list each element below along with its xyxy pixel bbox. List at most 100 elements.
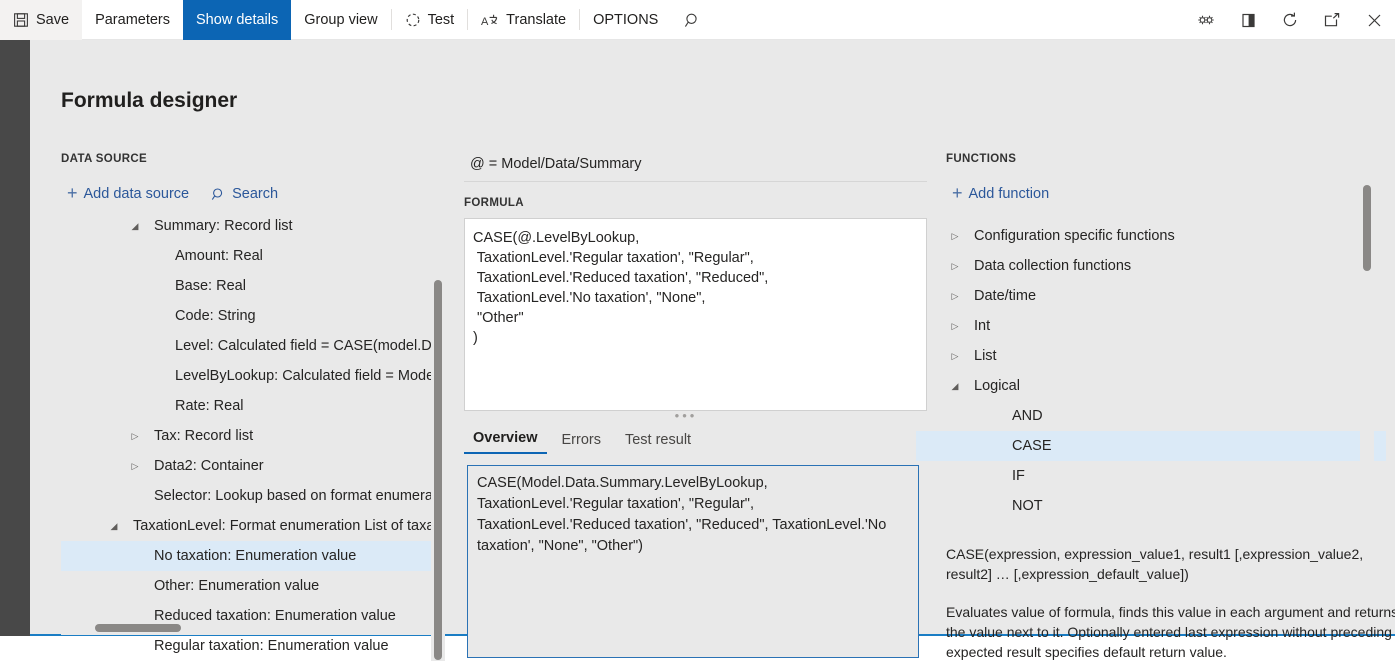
settings-gears-icon[interactable] — [1185, 0, 1227, 40]
tree-item[interactable]: Selector: Lookup based on format enumera… — [61, 481, 433, 511]
tree-item[interactable]: ▷Date/time — [916, 281, 1386, 311]
close-icon-glyph — [1366, 12, 1383, 29]
tree-item[interactable]: ▷ List — [916, 341, 1386, 371]
command-test-button[interactable]: Test — [392, 0, 468, 40]
formula-section-label: FORMULA — [464, 197, 524, 209]
tree-item[interactable]: No taxation: Enumeration value — [61, 541, 433, 571]
scrollbar-thumb[interactable] — [434, 280, 442, 660]
tree-spacer — [149, 401, 163, 411]
tree-item[interactable]: ◢TaxationLevel: Format enumeration List … — [61, 511, 433, 541]
tree-item[interactable]: Rate: Real — [61, 391, 433, 421]
open-new-window-icon-glyph — [1323, 12, 1341, 28]
tree-item[interactable]: LevelByLookup: Calculated field = Model.… — [61, 361, 433, 391]
tree-item[interactable]: Level: Calculated field = CASE(model.Dat… — [61, 331, 433, 361]
tree-item[interactable]: NOT — [916, 491, 1386, 521]
search-icon — [211, 187, 226, 202]
search-icon-glyph — [211, 187, 226, 202]
command-options-button[interactable]: OPTIONS — [580, 0, 671, 40]
tree-spacer — [128, 491, 142, 501]
tab-overview[interactable]: Overview — [464, 430, 547, 454]
add-data-source-label: Add data source — [84, 186, 190, 202]
command-save-button[interactable]: Save — [0, 0, 82, 40]
functions-section-label: FUNCTIONS — [946, 153, 1016, 165]
panel-icon-glyph — [1240, 12, 1257, 29]
add-data-source-button[interactable]: + Add data source — [67, 185, 189, 203]
scrollbar-thumb[interactable] — [95, 624, 181, 632]
tab-errors[interactable]: Errors — [553, 432, 610, 454]
tree-item[interactable]: ◢Logical — [916, 371, 1386, 401]
panel-icon[interactable] — [1227, 0, 1269, 40]
resize-grip-icon[interactable]: ••• — [674, 411, 698, 423]
functions-vertical-scrollbar[interactable] — [1360, 180, 1374, 480]
data-source-horizontal-scrollbar[interactable] — [61, 621, 433, 635]
tree-item[interactable]: IF — [916, 461, 1386, 491]
chevron-down-icon[interactable]: ◢ — [948, 381, 962, 392]
command-label: Translate — [506, 12, 566, 28]
command-translate-button[interactable]: A Translate — [468, 0, 579, 40]
open-new-window-icon[interactable] — [1311, 0, 1353, 40]
data-source-vertical-scrollbar[interactable] — [431, 240, 445, 661]
tree-item[interactable]: CASE — [916, 431, 1386, 461]
plus-icon: + — [67, 184, 78, 202]
search-data-source-button[interactable]: Search — [211, 186, 278, 202]
tree-spacer — [149, 341, 163, 351]
search-icon[interactable] — [671, 0, 713, 40]
tree-item[interactable]: ▷ Tax: Record list — [61, 421, 433, 451]
tree-item-label: Tax: Record list — [154, 428, 253, 444]
left-navigation-rail[interactable] — [0, 40, 30, 636]
tree-item[interactable]: Amount: Real — [61, 241, 433, 271]
close-icon[interactable] — [1353, 0, 1395, 40]
tree-item-label: Level: Calculated field = CASE(model.Dat… — [175, 338, 433, 354]
tree-item[interactable]: Base: Real — [61, 271, 433, 301]
chevron-right-icon[interactable]: ▷ — [128, 461, 142, 472]
settings-gears-icon-glyph — [1196, 12, 1216, 28]
tree-item[interactable]: Code: String — [61, 301, 433, 331]
result-tabs: Overview Errors Test result — [464, 426, 927, 454]
formula-input[interactable]: CASE(@.LevelByLookup, TaxationLevel.'Reg… — [464, 218, 927, 411]
command-bar-spacer — [713, 0, 1185, 39]
chevron-right-icon[interactable]: ▷ — [948, 261, 962, 272]
tree-item-label: AND — [1012, 408, 1043, 424]
tree-item-label: NOT — [1012, 498, 1043, 514]
function-signature: CASE(expression, expression_value1, resu… — [946, 544, 1395, 584]
add-function-button[interactable]: + Add function — [952, 185, 1049, 205]
tree-item[interactable]: ▷Data2: Container — [61, 451, 433, 481]
tree-item-label: Summary: Record list — [154, 218, 293, 234]
tree-item[interactable]: ▷ Data collection functions — [916, 251, 1386, 281]
command-show-details-button[interactable]: Show details — [183, 0, 291, 40]
tree-item[interactable]: ▷Int — [916, 311, 1386, 341]
tree-item-label: List — [974, 348, 997, 364]
search-icon-glyph — [684, 12, 701, 29]
tab-test-result[interactable]: Test result — [616, 432, 700, 454]
tree-item-label: Data collection functions — [974, 258, 1131, 274]
tree-item-label: Regular taxation: Enumeration value — [154, 638, 389, 654]
functions-tree[interactable]: ▷Configuration specific functions▷Data c… — [916, 221, 1386, 526]
tree-item-label: Base: Real — [175, 278, 246, 294]
tree-item-label: LevelByLookup: Calculated field = Model.… — [175, 368, 433, 384]
add-function-label: Add function — [969, 186, 1050, 202]
overview-output: CASE(Model.Data.Summary.LevelByLookup, T… — [467, 465, 919, 658]
chevron-right-icon[interactable]: ▷ — [128, 431, 142, 442]
command-group-view-button[interactable]: Group view — [291, 0, 390, 40]
tree-item-label: No taxation: Enumeration value — [154, 548, 356, 564]
tree-spacer — [986, 441, 1000, 451]
tree-item[interactable]: Other: Enumeration value — [61, 571, 433, 601]
chevron-right-icon[interactable]: ▷ — [948, 231, 962, 242]
chevron-down-icon[interactable]: ◢ — [107, 521, 121, 532]
command-parameters-button[interactable]: Parameters — [82, 0, 183, 40]
refresh-icon[interactable] — [1269, 0, 1311, 40]
scrollbar-thumb[interactable] — [1363, 185, 1371, 271]
chevron-down-icon[interactable]: ◢ — [128, 221, 142, 232]
tree-item[interactable]: ◢ Summary: Record list — [61, 211, 433, 241]
command-label: Save — [36, 12, 69, 28]
tree-spacer — [149, 371, 163, 381]
tree-spacer — [128, 611, 142, 621]
translate-icon: A — [481, 12, 499, 28]
command-bar-items: Save ParametersShow detailsGroup viewTest… — [0, 0, 671, 39]
chevron-right-icon[interactable]: ▷ — [948, 321, 962, 332]
chevron-right-icon[interactable]: ▷ — [948, 351, 962, 362]
tree-item[interactable]: ▷Configuration specific functions — [916, 221, 1386, 251]
data-source-tree[interactable]: ◢ Summary: Record list Amount: Real Base:… — [61, 211, 433, 661]
tree-item[interactable]: AND — [916, 401, 1386, 431]
chevron-right-icon[interactable]: ▷ — [948, 291, 962, 302]
